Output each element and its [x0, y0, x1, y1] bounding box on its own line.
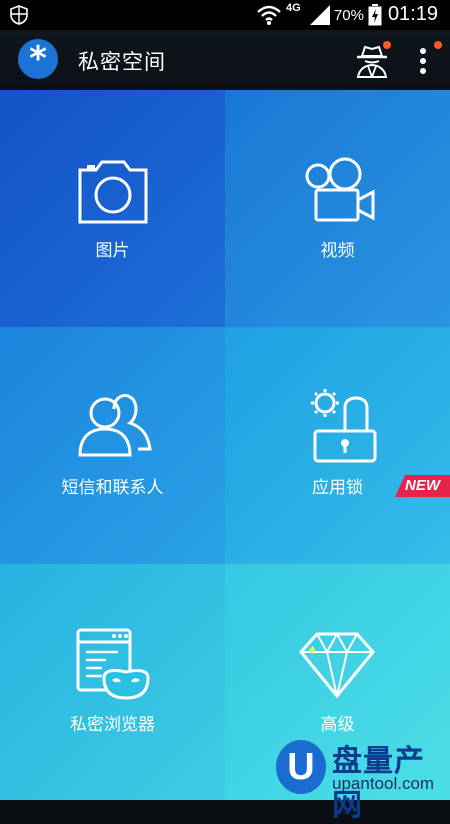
app-logo[interactable]: *	[18, 39, 58, 79]
shield-icon	[10, 5, 28, 25]
tile-messages-contacts[interactable]: 短信和联系人	[0, 327, 225, 564]
private-browser-icon	[76, 628, 150, 700]
app-bar: * 私密空间	[0, 30, 450, 90]
spy-icon[interactable]	[354, 44, 390, 78]
menu-notification-dot	[434, 41, 442, 49]
watermark: U 盘量产网 upantool.com	[240, 734, 450, 823]
tile-app-lock[interactable]: 应用锁	[225, 327, 450, 564]
watermark-logo: U	[276, 740, 326, 794]
camera-icon	[78, 160, 148, 224]
video-camera-icon	[305, 157, 375, 222]
tile-pictures[interactable]: 图片	[0, 90, 225, 327]
watermark-url: upantool.com	[332, 774, 435, 793]
wifi-icon	[257, 5, 281, 25]
network-type: 4G	[286, 2, 301, 14]
signal-icon	[310, 5, 330, 25]
tile-label: 高级	[320, 715, 355, 735]
tile-label: 短信和联系人	[61, 478, 164, 498]
tile-private-browser[interactable]: 私密浏览器	[0, 564, 225, 800]
tile-label: 私密浏览器	[70, 715, 155, 735]
battery-charging-icon	[368, 4, 382, 26]
app-lock-icon	[311, 389, 377, 463]
more-vert-icon[interactable]	[418, 46, 428, 76]
feature-grid: 图片 视频 短信和联系人 应用锁 私密浏览器 高级	[0, 90, 450, 800]
clock: 01:19	[387, 3, 438, 25]
diamond-icon	[299, 631, 375, 699]
tile-label: 视频	[320, 241, 355, 261]
tile-label: 图片	[95, 241, 130, 261]
status-bar: 4G 70% 01:19	[0, 0, 450, 30]
contacts-icon	[78, 394, 152, 457]
asterisk-icon: *	[29, 39, 47, 79]
battery-percent: 70%	[333, 7, 364, 24]
tile-videos[interactable]: 视频	[225, 90, 450, 327]
notification-dot	[383, 41, 391, 49]
page-title: 私密空间	[78, 50, 166, 74]
